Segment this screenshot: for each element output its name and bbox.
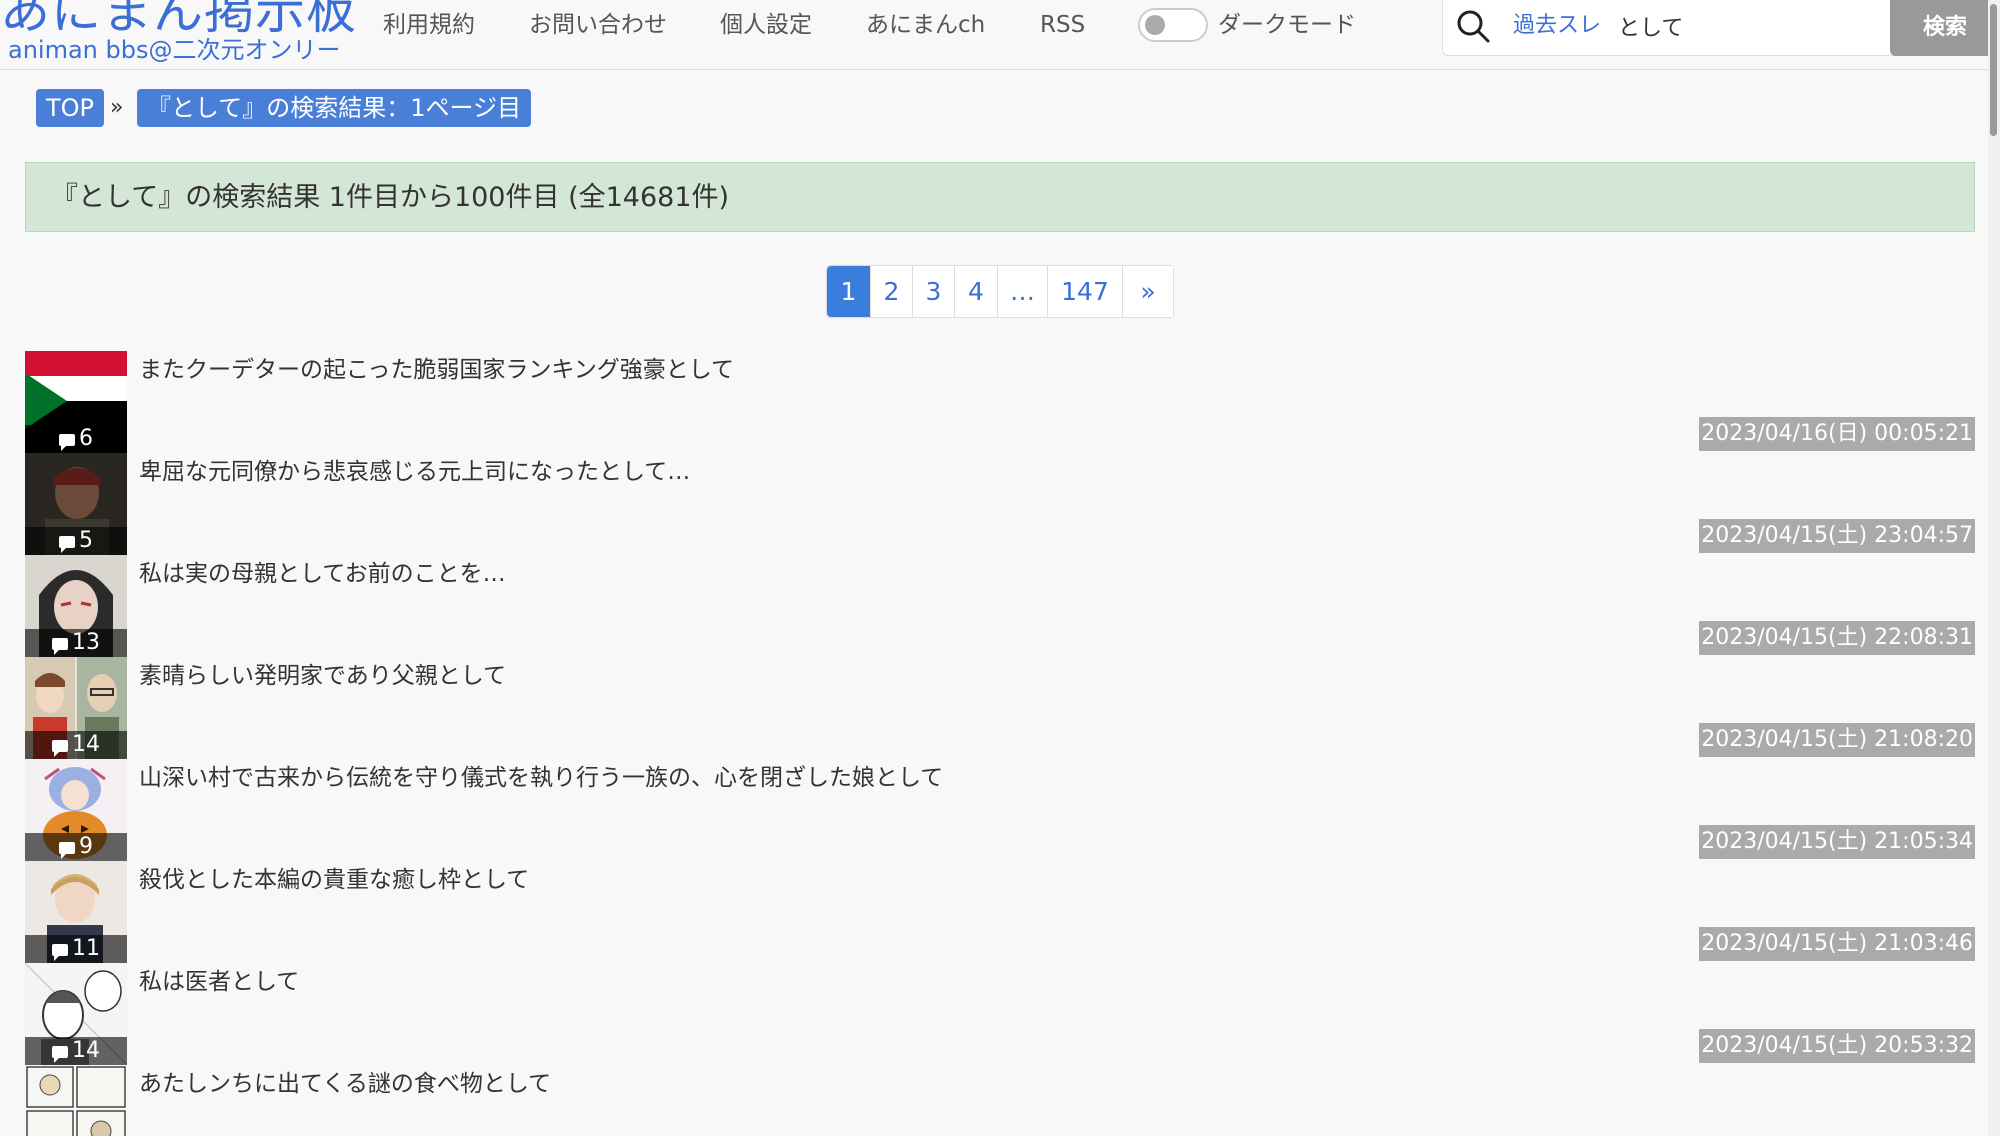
list-item[interactable]: 11 殺伐とした本編の貴重な癒し枠として 2023/04/15(土) 21:03… [25,861,1975,963]
comment-count-value: 5 [79,528,93,553]
dark-mode-label: ダークモード [1218,12,1356,38]
thread-title[interactable]: 素晴らしい発明家であり父親として [139,661,506,691]
comment-icon [59,434,75,451]
thread-title[interactable]: 私は実の母親としてお前のことを… [139,559,506,589]
thread-thumbnail[interactable]: 14 [25,963,127,1065]
comment-icon [52,944,68,961]
search-button[interactable]: 検索 [1890,0,2000,56]
page-1[interactable]: 1 [827,266,871,317]
toggle-knob [1145,15,1165,35]
breadcrumb-separator: » [110,95,124,120]
comment-count: 11 [25,935,127,963]
pagination: 1 2 3 4 … 147 » [826,265,1174,318]
result-summary: 『として』の検索結果 1件目から100件目 (全14681件) [25,162,1975,232]
thread-title[interactable]: 私は医者として [139,967,299,997]
thread-date: 2023/04/15(土) 21:03:46 [1699,927,1975,961]
nav-terms[interactable]: 利用規約 [383,12,475,38]
breadcrumb-current[interactable]: 『として』の検索結果：1ページ目 [137,89,532,127]
comment-count-value: 11 [72,936,100,961]
site-logo-subtitle[interactable]: animan bbs@二次元オンリー [8,38,340,62]
thread-title[interactable]: 山深い村で古来から伝統を守り儀式を執り行う一族の、心を閉ざした娘として [139,763,943,793]
search-icon [1457,10,1490,43]
page-scrollbar[interactable] [1988,0,2000,1136]
list-item[interactable]: あたしンちに出てくる謎の食べ物として [25,1065,1975,1136]
thread-thumbnail[interactable]: 13 [25,555,127,657]
thread-thumbnail[interactable]: 14 [25,657,127,759]
page-ellipsis: … [998,266,1048,317]
comment-count-value: 9 [79,834,93,859]
nav-settings[interactable]: 個人設定 [720,12,812,38]
thread-title[interactable]: あたしンちに出てくる謎の食べ物として [139,1069,551,1099]
site-logo-title[interactable]: あにまん掲示板 [0,0,357,36]
scrollbar-thumb[interactable] [1990,4,1997,136]
thread-thumbnail[interactable]: 11 [25,861,127,963]
page-147[interactable]: 147 [1048,266,1123,317]
list-item[interactable]: 5 卑屈な元同僚から悲哀感じる元上司になったとして… 2023/04/15(土)… [25,453,1975,555]
dark-mode-toggle[interactable] [1138,8,1208,42]
list-item[interactable]: 13 私は実の母親としてお前のことを… 2023/04/15(土) 22:08:… [25,555,1975,657]
thread-thumbnail[interactable] [25,1065,127,1136]
thread-date: 2023/04/16(日) 00:05:21 [1699,417,1975,451]
comment-count: 6 [25,425,127,453]
thread-date: 2023/04/15(土) 20:53:32 [1699,1029,1975,1063]
comment-count: 5 [25,527,127,555]
comment-count: 14 [25,1037,127,1065]
thread-date: 2023/04/15(土) 21:08:20 [1699,723,1975,757]
comment-icon [52,1046,68,1063]
page-3[interactable]: 3 [913,266,955,317]
site-header: あにまん掲示板 animan bbs@二次元オンリー 利用規約 お問い合わせ 個… [0,0,2000,70]
list-item[interactable]: 6 またクーデターの起こった脆弱国家ランキング強豪として 2023/04/16(… [25,351,1975,453]
past-threads-link[interactable]: 過去スレ [1513,13,1601,39]
next-page-icon[interactable]: » [1123,266,1173,317]
breadcrumb-top[interactable]: TOP [36,89,105,127]
comment-count: 14 [25,731,127,759]
comment-icon [59,842,75,859]
comment-count: 13 [25,629,127,657]
page-2[interactable]: 2 [871,266,913,317]
comment-icon [52,740,68,757]
search-input[interactable] [1618,10,1818,42]
thread-title[interactable]: 殺伐とした本編の貴重な癒し枠として [139,865,529,895]
comment-count: 9 [25,833,127,861]
thread-date: 2023/04/15(土) 21:05:34 [1699,825,1975,859]
comment-icon [52,638,68,655]
thread-thumbnail[interactable]: 9 [25,759,127,861]
comment-count-value: 14 [72,732,100,757]
comment-count-value: 13 [72,630,100,655]
page-4[interactable]: 4 [955,266,998,317]
thread-title[interactable]: またクーデターの起こった脆弱国家ランキング強豪として [139,355,734,385]
nav-contact[interactable]: お問い合わせ [529,12,667,38]
thread-thumbnail[interactable]: 6 [25,351,127,453]
comment-count-value: 6 [79,426,93,451]
thread-title[interactable]: 卑屈な元同僚から悲哀感じる元上司になったとして… [139,457,690,487]
comment-icon [59,536,75,553]
list-item[interactable]: 14 素晴らしい発明家であり父親として 2023/04/15(土) 21:08:… [25,657,1975,759]
comment-count-value: 14 [72,1038,100,1063]
list-item[interactable]: 14 私は医者として 2023/04/15(土) 20:53:32 [25,963,1975,1065]
list-item[interactable]: 9 山深い村で古来から伝統を守り儀式を執り行う一族の、心を閉ざした娘として 20… [25,759,1975,861]
manga-panels-thumbnail [25,1065,127,1136]
thread-date: 2023/04/15(土) 23:04:57 [1699,519,1975,553]
nav-animan-ch[interactable]: あにまんch [866,12,985,38]
nav-rss[interactable]: RSS [1040,12,1085,38]
thread-thumbnail[interactable]: 5 [25,453,127,555]
thread-date: 2023/04/15(土) 22:08:31 [1699,621,1975,655]
